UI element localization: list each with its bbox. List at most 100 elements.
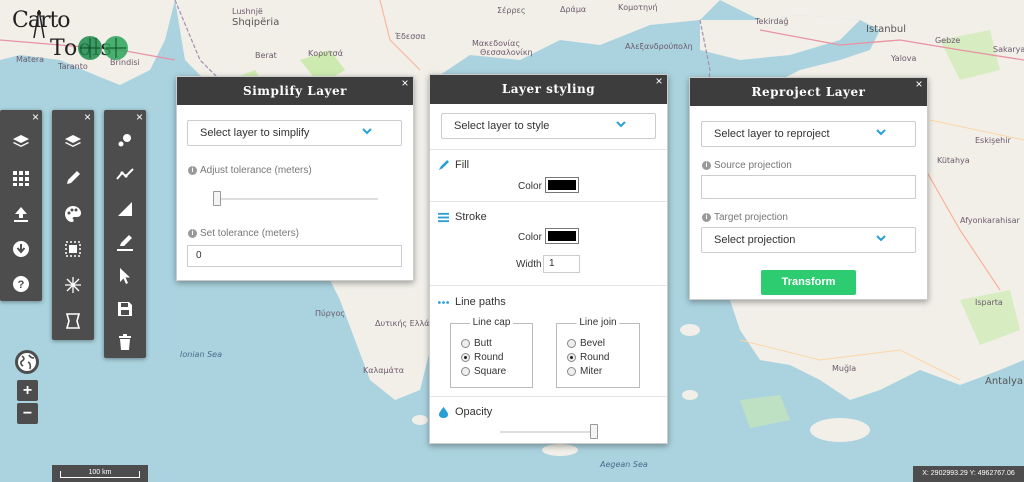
scale-bar-text: 100 km	[88, 469, 112, 476]
tolerance-slider-track[interactable]	[213, 198, 378, 200]
adjust-tolerance-label: i Adjust tolerance (meters)	[188, 165, 312, 176]
zoom-in-button[interactable]: +	[17, 380, 38, 401]
set-tolerance-text: Set tolerance (meters)	[200, 228, 299, 239]
linecap-option-label: Square	[474, 366, 507, 377]
opacity-slider-thumb[interactable]	[590, 424, 598, 439]
linejoin-radio-2[interactable]	[567, 367, 576, 376]
linecap-option[interactable]: Square	[461, 366, 506, 377]
select-area-button[interactable]	[52, 232, 94, 266]
style-select-text: Select layer to style	[454, 120, 550, 132]
opacity-slider-track[interactable]	[500, 431, 598, 433]
linepaths-section-title: Line paths	[438, 296, 506, 308]
simplify-select-text: Select layer to simplify	[200, 127, 310, 139]
linecap-radio-0[interactable]	[461, 339, 470, 348]
globe-button[interactable]	[15, 350, 39, 374]
layers-button[interactable]	[0, 125, 42, 159]
draw-polygon-button[interactable]	[104, 192, 146, 226]
drop-icon	[438, 406, 449, 418]
linejoin-radio-0[interactable]	[567, 339, 576, 348]
map-label: Kütahya	[937, 156, 970, 165]
linejoin-option[interactable]: Miter	[567, 366, 602, 377]
fill-color-label: Color	[518, 181, 542, 192]
reproject-layer-select[interactable]: Select layer to reproject	[701, 121, 916, 147]
draw-button[interactable]	[52, 161, 94, 195]
linejoin-option[interactable]: Bevel	[567, 338, 605, 349]
grid-button[interactable]	[0, 161, 42, 195]
edit-geometry-button[interactable]	[104, 226, 146, 260]
stroke-color-value	[548, 231, 576, 241]
style-layer-select[interactable]: Select layer to style	[441, 113, 656, 139]
delete-button[interactable]	[104, 325, 146, 359]
zoom-out-button[interactable]: −	[17, 403, 38, 424]
scatter-icon	[65, 277, 81, 293]
target-projection-text-value: Select projection	[714, 234, 796, 246]
linecap-option-label: Round	[474, 352, 504, 363]
svg-text:?: ?	[18, 279, 25, 291]
palette-icon	[65, 206, 81, 222]
pointer-icon	[120, 268, 130, 284]
target-projection-select[interactable]: Select projection	[701, 227, 916, 253]
save-button[interactable]	[104, 292, 146, 326]
download-button[interactable]	[0, 232, 42, 266]
simplify-layer-panel: Simplify Layer × Select layer to simplif…	[176, 76, 414, 281]
upload-icon	[14, 207, 28, 222]
simplify-layer-select[interactable]: Select layer to simplify	[187, 120, 402, 146]
styling-close-button[interactable]: ×	[655, 67, 663, 96]
map-label: Istanbul	[866, 24, 907, 35]
set-tolerance-label: i Set tolerance (meters)	[188, 228, 299, 239]
stroke-lines-icon	[438, 212, 449, 222]
points-icon	[118, 134, 131, 147]
help-button[interactable]: ?	[0, 267, 42, 301]
target-projection-label: i Target projection	[702, 212, 788, 223]
stroke-color-label: Color	[518, 232, 542, 243]
linejoin-option[interactable]: Round	[567, 352, 609, 363]
shape-button[interactable]	[52, 304, 94, 338]
map-label: Gebze	[935, 36, 961, 45]
info-icon: i	[188, 166, 197, 175]
linecap-radio-1[interactable]	[461, 353, 470, 362]
stroke-color-picker[interactable]	[545, 228, 579, 244]
draw-line-button[interactable]	[104, 157, 146, 191]
tolerance-input[interactable]: 0	[187, 245, 402, 267]
shape-icon	[65, 313, 81, 329]
chevron-down-icon	[876, 235, 886, 242]
source-projection-input[interactable]	[701, 175, 916, 199]
map-label: Μακεδονίας	[472, 39, 521, 48]
trash-icon	[119, 334, 131, 350]
linecap-option[interactable]: Butt	[461, 338, 492, 349]
line-icon	[116, 168, 134, 180]
fill-color-picker[interactable]	[545, 177, 579, 193]
map-label: Antalya	[985, 376, 1024, 387]
adjust-tolerance-text: Adjust tolerance (meters)	[200, 165, 312, 176]
reproject-panel-header: Reproject Layer ×	[690, 77, 927, 106]
draw-point-button[interactable]	[104, 123, 146, 157]
polygon-icon	[118, 202, 132, 216]
transform-button[interactable]: Transform	[761, 270, 856, 295]
globe-icon	[18, 353, 36, 371]
linejoin-radio-1[interactable]	[567, 353, 576, 362]
save-icon	[118, 302, 132, 316]
map-label: Ionian Sea	[180, 350, 222, 359]
help-icon: ?	[13, 276, 29, 292]
linejoin-option-label: Round	[580, 352, 610, 363]
toolbar-draw-close-button[interactable]: ×	[136, 111, 143, 123]
layer-list-button[interactable]	[52, 125, 94, 159]
map-label: Κομοτηνή	[618, 3, 658, 12]
reproject-select-text: Select layer to reproject	[714, 128, 830, 140]
tolerance-slider-thumb[interactable]	[213, 191, 221, 206]
upload-button[interactable]	[0, 197, 42, 231]
simplify-close-button[interactable]: ×	[401, 69, 409, 97]
scatter-button[interactable]	[52, 268, 94, 302]
fill-title-text: Fill	[455, 159, 470, 171]
styling-panel-title: Layer styling	[501, 82, 596, 96]
select-feature-button[interactable]	[104, 259, 146, 293]
linecap-option[interactable]: Round	[461, 352, 503, 363]
toolbar-main-close-button[interactable]: ×	[32, 111, 39, 123]
linecap-radio-2[interactable]	[461, 367, 470, 376]
toolbar-edit-close-button[interactable]: ×	[84, 111, 91, 123]
map-label: Σέρρες	[497, 6, 526, 15]
reproject-close-button[interactable]: ×	[915, 70, 923, 98]
style-button[interactable]	[52, 197, 94, 231]
linejoin-legend: Line join	[576, 317, 620, 328]
stroke-width-input[interactable]: 1	[543, 255, 580, 273]
